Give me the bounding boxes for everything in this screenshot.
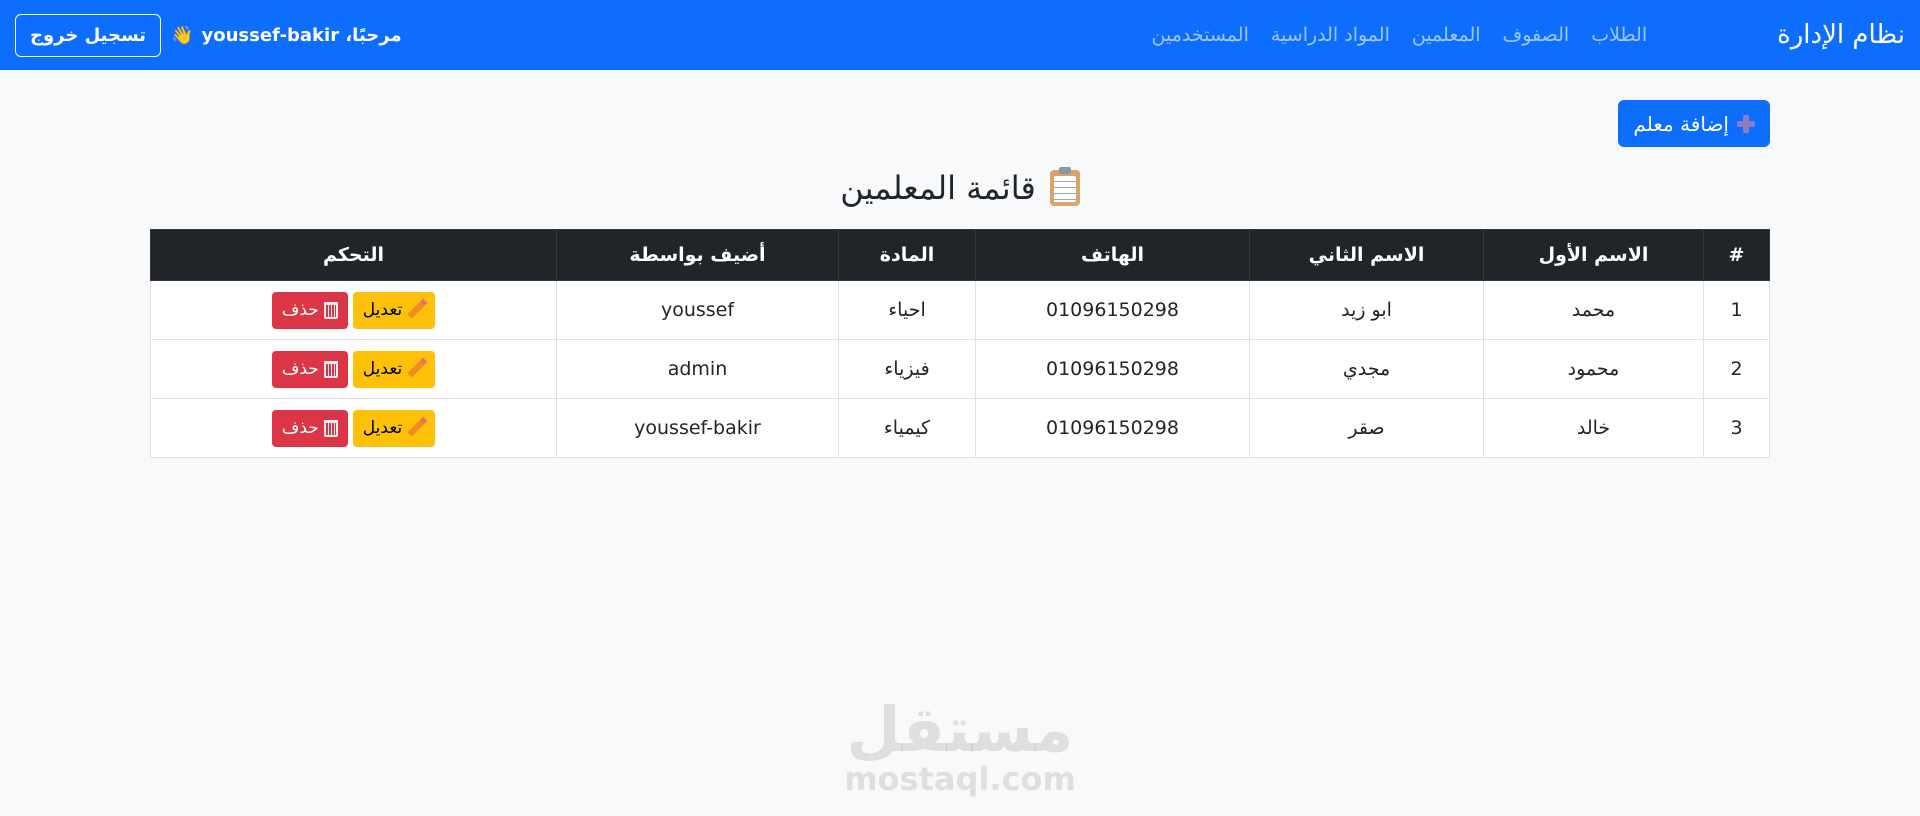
logout-button[interactable]: تسجيل خروج (15, 13, 162, 57)
add-teacher-button[interactable]: إضافة معلم (1618, 100, 1770, 147)
pencil-icon (407, 419, 425, 437)
nav-links: الطلاب الصفوف المعلمين المواد الدراسية ا… (1152, 24, 1648, 46)
cell-second-name: مجدي (1249, 339, 1484, 399)
cell-first-name: محمد (1483, 280, 1704, 340)
cell-index: 3 (1703, 398, 1770, 458)
nav-link-students[interactable]: الطلاب (1591, 24, 1647, 46)
edit-label: تعديل (362, 418, 403, 438)
header-second-name: الاسم الثاني (1249, 229, 1484, 281)
navbar-brand[interactable]: نظام الإدارة (1777, 20, 1905, 50)
cell-second-name: ابو زيد (1249, 280, 1484, 340)
cell-phone: 01096150298 (975, 398, 1250, 458)
cell-phone: 01096150298 (975, 280, 1250, 340)
row-actions: تعديل حذف (151, 409, 556, 447)
cell-phone: 01096150298 (975, 339, 1250, 399)
nav-user-area: مرحبًا، youssef-bakir 👋 تسجيل خروج (15, 13, 402, 57)
header-actions: التحكم (150, 229, 557, 281)
cell-index: 2 (1703, 339, 1770, 399)
cell-added-by: youssef (556, 280, 839, 340)
table-row: 2 محمود مجدي 01096150298 فيزياء admin تع… (150, 339, 1770, 399)
cell-first-name: خالد (1483, 398, 1704, 458)
nav-link-subjects[interactable]: المواد الدراسية (1271, 24, 1390, 46)
clipboard-icon (1049, 167, 1080, 206)
delete-label: حذف (281, 300, 319, 320)
delete-label: حذف (281, 359, 319, 379)
watermark-logo: مستقل (846, 693, 1074, 766)
welcome-message: مرحبًا، youssef-bakir 👋 (171, 25, 402, 46)
cell-index: 1 (1703, 280, 1770, 340)
trash-icon (323, 301, 338, 319)
edit-label: تعديل (362, 300, 403, 320)
cell-actions: تعديل حذف (150, 280, 557, 340)
edit-label: تعديل (362, 359, 403, 379)
cell-first-name: محمود (1483, 339, 1704, 399)
edit-button[interactable]: تعديل (352, 409, 436, 447)
cell-actions: تعديل حذف (150, 339, 557, 399)
trash-icon (323, 360, 338, 378)
header-phone: الهاتف (975, 229, 1250, 281)
plus-icon (1737, 114, 1755, 133)
top-navbar: نظام الإدارة الطلاب الصفوف المعلمين المو… (0, 0, 1920, 70)
delete-button[interactable]: حذف (271, 291, 348, 329)
cell-added-by: youssef-bakir (556, 398, 839, 458)
add-row: إضافة معلم (150, 100, 1770, 147)
edit-button[interactable]: تعديل (352, 291, 436, 329)
cell-added-by: admin (556, 339, 839, 399)
nav-link-users[interactable]: المستخدمين (1152, 24, 1249, 46)
cell-actions: تعديل حذف (150, 398, 557, 458)
table-header-row: # الاسم الأول الاسم الثاني الهاتف المادة… (150, 229, 1770, 281)
nav-link-classes[interactable]: الصفوف (1503, 24, 1570, 46)
header-added-by: أضيف بواسطة (556, 229, 839, 281)
delete-button[interactable]: حذف (271, 350, 348, 388)
delete-button[interactable]: حذف (271, 409, 348, 447)
main-content: إضافة معلم قائمة المعلمين # الاسم الأول … (150, 70, 1770, 458)
row-actions: تعديل حذف (151, 350, 556, 388)
delete-label: حذف (281, 418, 319, 438)
waving-hand-icon: 👋 (171, 24, 194, 46)
row-actions: تعديل حذف (151, 291, 556, 329)
page-title-text: قائمة المعلمين (840, 169, 1036, 207)
nav-link-teachers[interactable]: المعلمين (1412, 24, 1481, 46)
edit-button[interactable]: تعديل (352, 350, 436, 388)
cell-subject: فيزياء (838, 339, 976, 399)
pencil-icon (407, 360, 425, 378)
page-title: قائمة المعلمين (150, 167, 1770, 207)
table-row: 3 خالد صقر 01096150298 كيمياء youssef-ba… (150, 398, 1770, 458)
welcome-text: مرحبًا، youssef-bakir (201, 24, 402, 46)
trash-icon (323, 419, 338, 437)
cell-subject: كيمياء (838, 398, 976, 458)
header-first-name: الاسم الأول (1483, 229, 1704, 281)
cell-second-name: صقر (1249, 398, 1484, 458)
cell-subject: احياء (838, 280, 976, 340)
watermark: مستقل mostaql.com (844, 693, 1076, 799)
pencil-icon (407, 301, 425, 319)
table-row: 1 محمد ابو زيد 01096150298 احياء youssef… (150, 280, 1770, 340)
teachers-table: # الاسم الأول الاسم الثاني الهاتف المادة… (150, 229, 1770, 458)
header-subject: المادة (838, 229, 976, 281)
add-teacher-label: إضافة معلم (1633, 111, 1729, 136)
header-index: # (1703, 229, 1770, 281)
watermark-site: mostaql.com (844, 760, 1076, 798)
